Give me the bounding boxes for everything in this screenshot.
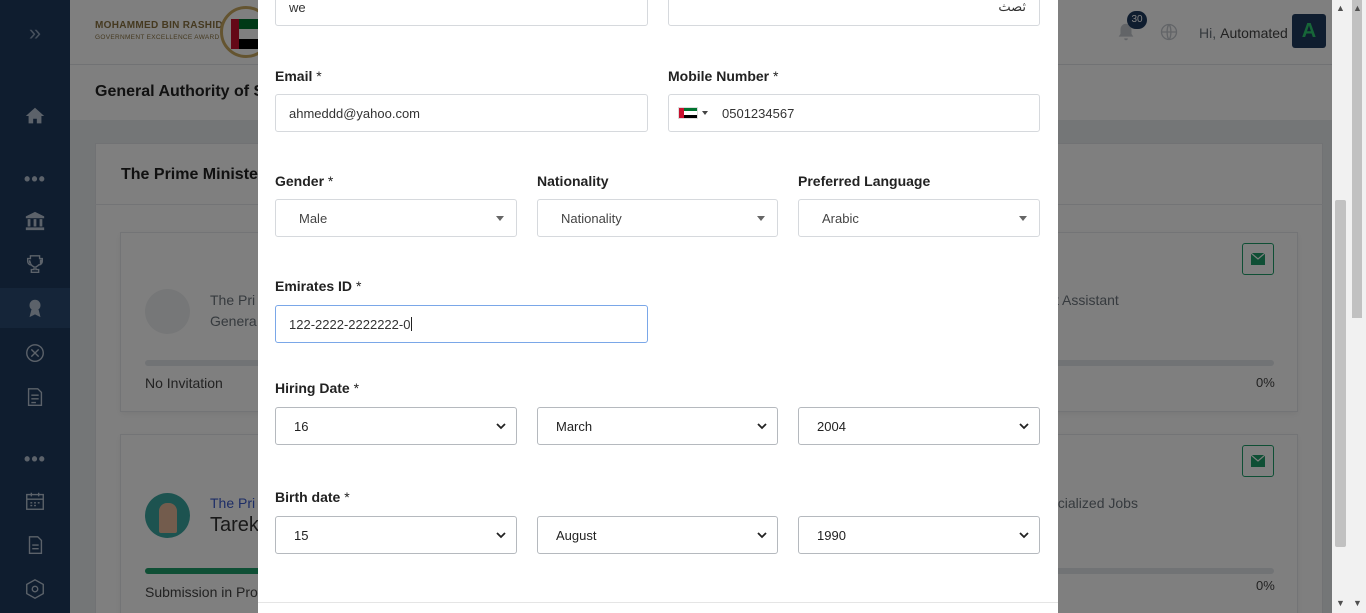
gender-value: Male xyxy=(299,210,328,226)
modal-footer-divider xyxy=(258,602,1058,603)
caret-down-icon xyxy=(496,216,504,221)
birth-day-value: 15 xyxy=(294,527,309,543)
uae-flag-icon xyxy=(678,107,698,119)
chevron-down-icon xyxy=(1019,532,1029,539)
birth-date-label: Birth date * xyxy=(275,489,350,505)
text-cursor xyxy=(411,317,413,331)
gender-label: Gender * xyxy=(275,173,334,189)
language-value: Arabic xyxy=(822,210,859,226)
birth-year-value: 1990 xyxy=(817,527,846,543)
page-scroll-down-arrow-icon[interactable]: ▼ xyxy=(1353,598,1362,608)
emirates-id-label: Emirates ID * xyxy=(275,278,362,294)
caret-down-icon xyxy=(757,216,765,221)
language-select[interactable]: Arabic xyxy=(798,199,1040,237)
name-arabic-value: ثصث xyxy=(998,0,1026,14)
email-label: Email * xyxy=(275,68,322,84)
gender-select[interactable]: Male xyxy=(275,199,517,237)
caret-down-icon xyxy=(1019,216,1027,221)
email-field[interactable]: ahmeddd@yahoo.com xyxy=(275,94,648,132)
name-arabic-input[interactable]: ثصث xyxy=(668,0,1040,26)
hiring-day-value: 16 xyxy=(294,418,309,434)
scroll-down-arrow-icon[interactable]: ▼ xyxy=(1336,598,1345,608)
page-scroll-up-arrow-icon[interactable]: ▲ xyxy=(1353,3,1362,13)
birth-month-value: August xyxy=(556,527,597,543)
hiring-day-select[interactable]: 16 xyxy=(275,407,517,445)
emirates-id-value: 122-2222-2222222-0 xyxy=(289,316,411,332)
mobile-field[interactable]: 0501234567 xyxy=(668,94,1040,132)
emirates-id-input[interactable]: 122-2222-2222222-0 xyxy=(275,305,648,343)
page-scrollbar-thumb[interactable] xyxy=(1352,0,1362,318)
mobile-label: Mobile Number * xyxy=(668,68,779,84)
language-label: Preferred Language xyxy=(798,173,931,189)
chevron-down-icon xyxy=(496,423,506,430)
nationality-select[interactable]: Nationality xyxy=(537,199,778,237)
name-english-value: we xyxy=(289,0,306,15)
birth-month-select[interactable]: August xyxy=(537,516,778,554)
hiring-year-value: 2004 xyxy=(817,418,846,434)
birth-year-select[interactable]: 1990 xyxy=(798,516,1040,554)
name-english-input[interactable]: we xyxy=(275,0,648,26)
nationality-label: Nationality xyxy=(537,173,609,189)
caret-down-icon xyxy=(702,111,708,115)
hiring-date-label: Hiring Date * xyxy=(275,380,360,396)
birth-day-select[interactable]: 15 xyxy=(275,516,517,554)
country-code-dropdown[interactable] xyxy=(678,107,708,119)
hiring-month-value: March xyxy=(556,418,593,434)
chevron-down-icon xyxy=(757,532,767,539)
hiring-year-select[interactable]: 2004 xyxy=(798,407,1040,445)
chevron-down-icon xyxy=(1019,423,1029,430)
modal-scrollbar-thumb[interactable] xyxy=(1335,200,1346,547)
hiring-month-select[interactable]: March xyxy=(537,407,778,445)
scroll-up-arrow-icon[interactable]: ▲ xyxy=(1336,3,1345,13)
nationality-placeholder: Nationality xyxy=(561,210,622,226)
chevron-down-icon xyxy=(496,532,506,539)
chevron-down-icon xyxy=(757,423,767,430)
mobile-value: 0501234567 xyxy=(722,105,795,121)
email-value: ahmeddd@yahoo.com xyxy=(289,105,420,121)
